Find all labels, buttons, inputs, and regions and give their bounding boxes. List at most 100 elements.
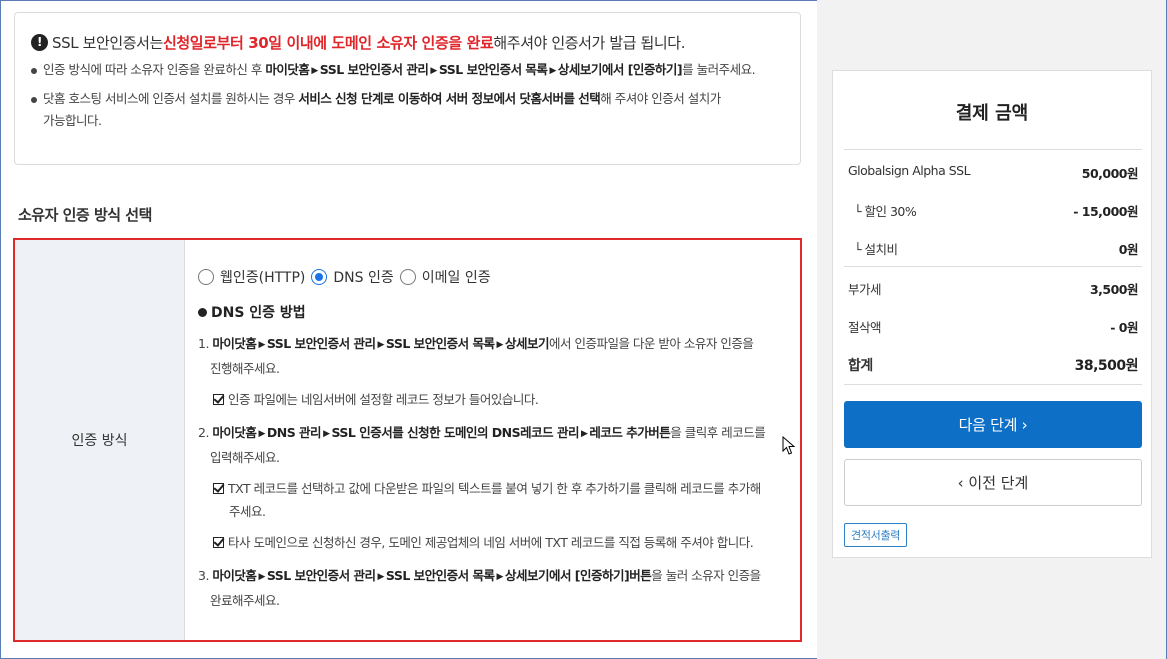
- row-cut: 절삭액 - 0원: [848, 317, 1138, 336]
- check-note-line2: 주세요.: [229, 504, 266, 519]
- notice-item-tail: 를 눌러주세요.: [682, 62, 756, 77]
- radio-email[interactable]: [399, 269, 416, 285]
- triangle-right-icon: ▶: [496, 340, 504, 350]
- bullet-icon: [198, 307, 207, 317]
- notice-item-text: 닷홈 호스팅 서비스에 인증서 설치를 원하시는 경우: [43, 91, 299, 106]
- discount-value: - 15,000원: [1073, 204, 1138, 219]
- path-mydothome: 마이닷홈: [212, 336, 257, 351]
- row-vat: 부가세 3,500원: [848, 279, 1139, 298]
- step-text-line2: 입력해주세요.: [210, 450, 280, 465]
- checkbox-icon: [213, 483, 224, 494]
- notice-headline: ! SSL 보안인증서는 신청일로부터 30일 이내에 도메인 소유자 인증을 …: [31, 31, 784, 53]
- step-number: 1.: [198, 336, 209, 351]
- path-dns-manage: DNS 관리: [266, 425, 322, 440]
- method-title: DNS 인증 방법: [198, 302, 786, 322]
- step-1: 1. 마이닷홈 ▶ SSL 보안인증서 관리 ▶ SSL 보안인증서 목록 ▶ 상세보기에서…: [198, 332, 786, 380]
- radio-http-label[interactable]: 웹인증(HTTP): [220, 267, 305, 287]
- total-value: 38,500원: [1074, 358, 1139, 374]
- path-mydothome: 마이닷홈: [212, 425, 257, 440]
- prev-step-button[interactable]: ‹ 이전 단계: [844, 459, 1142, 506]
- step-text: 을 클릭후 레코드를: [670, 425, 766, 440]
- auth-radio-group: 웹인증(HTTP) DNS 인증 이메일 인증: [198, 266, 786, 288]
- checkbox-icon: [213, 394, 224, 405]
- method-title-text: DNS 인증 방법: [211, 305, 306, 321]
- path-mydothome: 마이닷홈: [212, 568, 257, 583]
- total-label: 합계: [848, 358, 873, 374]
- row-product: Globalsign Alpha SSL 50,000원: [848, 163, 1139, 182]
- check-note-text: 타사 도메인으로 신청하신 경우, 도메인 제공업체의 네임 서버에 TXT 레…: [228, 535, 754, 550]
- triangle-right-icon: ▶: [549, 66, 556, 76]
- payment-title: 결제 금액: [955, 103, 1029, 124]
- row-discount: └ 할인 30% - 15,000원: [848, 201, 1138, 220]
- vat-label: 부가세: [848, 282, 882, 297]
- triangle-right-icon: ▶: [258, 572, 265, 582]
- step-text: 을 눌러 소유자 인증을: [651, 568, 761, 583]
- step-text-line2: 완료해주세요.: [210, 593, 280, 608]
- payment-panel: 결제 금액 Globalsign Alpha SSL 50,000원 └ 할인 …: [832, 70, 1152, 558]
- check-note-1: 인증 파일에는 네임서버에 설정할 레코드 정보가 들어있습니다.: [198, 388, 786, 411]
- triangle-right-icon: ▶: [377, 340, 384, 350]
- notice-head-tail: 해주셔야 인증서가 발급 됩니다.: [493, 33, 686, 52]
- notice-item-line2: 가능합니다.: [43, 113, 102, 128]
- triangle-right-icon: ▶: [258, 429, 265, 439]
- triangle-right-icon: ▶: [430, 66, 437, 76]
- auth-method-label: 인증 방식: [15, 240, 185, 640]
- cut-label: 절삭액: [848, 320, 882, 335]
- radio-http[interactable]: [198, 269, 214, 285]
- path-detail-verify: 상세보기에서 [인증하기]버튼: [504, 568, 652, 583]
- auth-method-body: 웹인증(HTTP) DNS 인증 이메일 인증 DNS 인증 방법 1. 마이닷…: [185, 240, 800, 640]
- radio-dns[interactable]: [311, 269, 328, 285]
- notice-item-bold: 서비스 신청 단계로 이동하여 서버 정보에서 닷홈서버를 선택: [298, 91, 601, 106]
- path-detail: 상세보기: [504, 336, 550, 351]
- check-note-text: TXT 레코드를 선택하고 값에 다운받은 파일의 텍스트를 붙여 넣기 한 후…: [228, 481, 761, 496]
- product-price: 50,000원: [1081, 166, 1139, 181]
- step-3: 3. 마이닷홈 ▶ SSL 보안인증서 관리 ▶ SSL 보안인증서 목록 ▶ 상세보기에서…: [198, 564, 786, 612]
- install-label: └ 설치비: [854, 242, 898, 257]
- path-dns-record: SSL 인증서를 신청한 도메인의 DNS레코드 관리: [331, 425, 579, 440]
- path-add-record: 레코드 추가버튼: [589, 425, 671, 440]
- check-note-2: TXT 레코드를 선택하고 값에 다운받은 파일의 텍스트를 붙여 넣기 한 후…: [198, 477, 786, 523]
- triangle-right-icon: ▶: [377, 572, 384, 582]
- checkbox-icon: [213, 537, 224, 548]
- auth-method-box: 인증 방식 웹인증(HTTP) DNS 인증 이메일 인증 DNS 인증 방법 …: [13, 238, 802, 642]
- path-mydothome: 마이닷홈: [265, 62, 310, 77]
- divider: [844, 149, 1142, 150]
- check-note-3: 타사 도메인으로 신청하신 경우, 도메인 제공업체의 네임 서버에 TXT 레…: [198, 531, 786, 554]
- notice-list: 인증 방식에 따라 소유자 인증을 완료하신 후 마이닷홈 ▶ SSL 보안인증서 …: [31, 59, 784, 132]
- notice-item: 인증 방식에 따라 소유자 인증을 완료하신 후 마이닷홈 ▶ SSL 보안인증서 …: [31, 59, 784, 82]
- row-total: 합계 38,500원: [848, 355, 1139, 375]
- cut-value: - 0원: [1110, 320, 1138, 335]
- triangle-right-icon: ▶: [311, 66, 318, 76]
- divider: [844, 266, 1142, 267]
- radio-dns-label[interactable]: DNS 인증: [333, 267, 393, 287]
- next-step-button[interactable]: 다음 단계 ›: [844, 401, 1142, 448]
- notice-box: ! SSL 보안인증서는 신청일로부터 30일 이내에 도메인 소유자 인증을 …: [14, 12, 801, 165]
- print-quote-button[interactable]: 견적서출력: [844, 523, 908, 547]
- notice-head-text: SSL 보안인증서는: [52, 33, 163, 52]
- section-title: 소유자 인증 방식 선택: [18, 206, 152, 224]
- step-2: 2. 마이닷홈 ▶ DNS 관리 ▶ SSL 인증서를 신청한 도메인의 DNS레코드 …: [198, 421, 786, 469]
- discount-label: └ 할인 30%: [854, 204, 917, 219]
- triangle-right-icon: ▶: [323, 429, 330, 439]
- path-ssl-manage: SSL 보안인증서 관리: [319, 62, 429, 77]
- check-note-text: 인증 파일에는 네임서버에 설정할 레코드 정보가 들어있습니다.: [228, 392, 539, 407]
- product-name: Globalsign Alpha SSL: [848, 163, 971, 178]
- step-number: 2.: [198, 425, 209, 440]
- mouse-cursor-icon: [782, 436, 796, 455]
- triangle-right-icon: ▶: [581, 429, 588, 439]
- step-text-line2: 진행해주세요.: [210, 361, 280, 376]
- path-ssl-list: SSL 보안인증서 목록: [385, 336, 495, 351]
- divider: [844, 384, 1142, 385]
- row-install: └ 설치비 0원: [848, 239, 1139, 258]
- step-text: 에서 인증파일을 다운 받아 소유자 인증을: [548, 336, 754, 351]
- path-ssl-manage: SSL 보안인증서 관리: [266, 568, 376, 583]
- notice-item-tail: 해 주셔야 인증서 설치가: [600, 91, 721, 106]
- path-ssl-manage: SSL 보안인증서 관리: [266, 336, 376, 351]
- notice-head-highlight: 신청일로부터 30일 이내에 도메인 소유자 인증을 완료: [162, 33, 494, 52]
- triangle-right-icon: ▶: [496, 572, 504, 582]
- radio-email-label[interactable]: 이메일 인증: [422, 267, 491, 287]
- path-ssl-list: SSL 보안인증서 목록: [385, 568, 495, 583]
- triangle-right-icon: ▶: [258, 340, 265, 350]
- install-value: 0원: [1118, 242, 1139, 257]
- exclamation-icon: !: [31, 33, 48, 51]
